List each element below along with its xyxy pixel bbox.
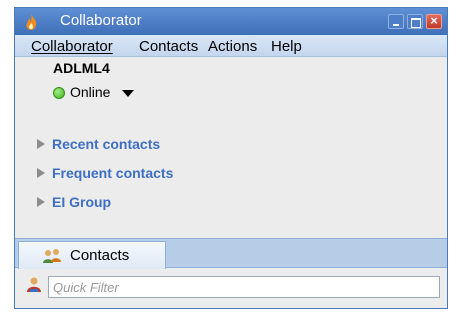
contacts-people-icon	[43, 249, 61, 263]
menu-actions[interactable]: Actions	[208, 38, 257, 55]
tab-strip: Contacts	[15, 238, 447, 269]
menu-contacts[interactable]: Contacts	[139, 38, 198, 55]
menu-bar: Collaborator Contacts Actions Help	[15, 35, 447, 57]
minimize-icon[interactable]	[388, 14, 404, 29]
group-label[interactable]: Frequent contacts	[52, 165, 173, 181]
caret-down-icon[interactable]	[122, 90, 134, 97]
group-label[interactable]: Recent contacts	[52, 136, 160, 152]
menu-help[interactable]: Help	[271, 38, 302, 55]
status-label: Online	[70, 84, 111, 100]
group-label[interactable]: EI Group	[52, 194, 111, 210]
window-title: Collaborator	[60, 12, 142, 29]
title-bar[interactable]: Collaborator ×	[15, 8, 447, 35]
tab-label: Contacts	[70, 247, 130, 264]
triangle-right-icon[interactable]	[37, 168, 45, 178]
filter-area	[15, 269, 447, 308]
user-name: ADLML4	[53, 60, 110, 76]
online-dot-icon	[53, 87, 65, 99]
triangle-right-icon[interactable]	[37, 139, 45, 149]
person-filter-icon	[27, 277, 41, 292]
collaborator-window: Collaborator × Collaborator Contacts Act…	[14, 7, 448, 309]
tab-contacts[interactable]: Contacts	[18, 241, 166, 269]
maximize-icon[interactable]	[407, 14, 423, 29]
quick-filter-input[interactable]	[48, 276, 440, 298]
menu-collaborator[interactable]: Collaborator	[31, 38, 113, 55]
flame-icon	[26, 14, 37, 30]
triangle-right-icon[interactable]	[37, 197, 45, 207]
close-icon[interactable]: ×	[426, 13, 442, 29]
